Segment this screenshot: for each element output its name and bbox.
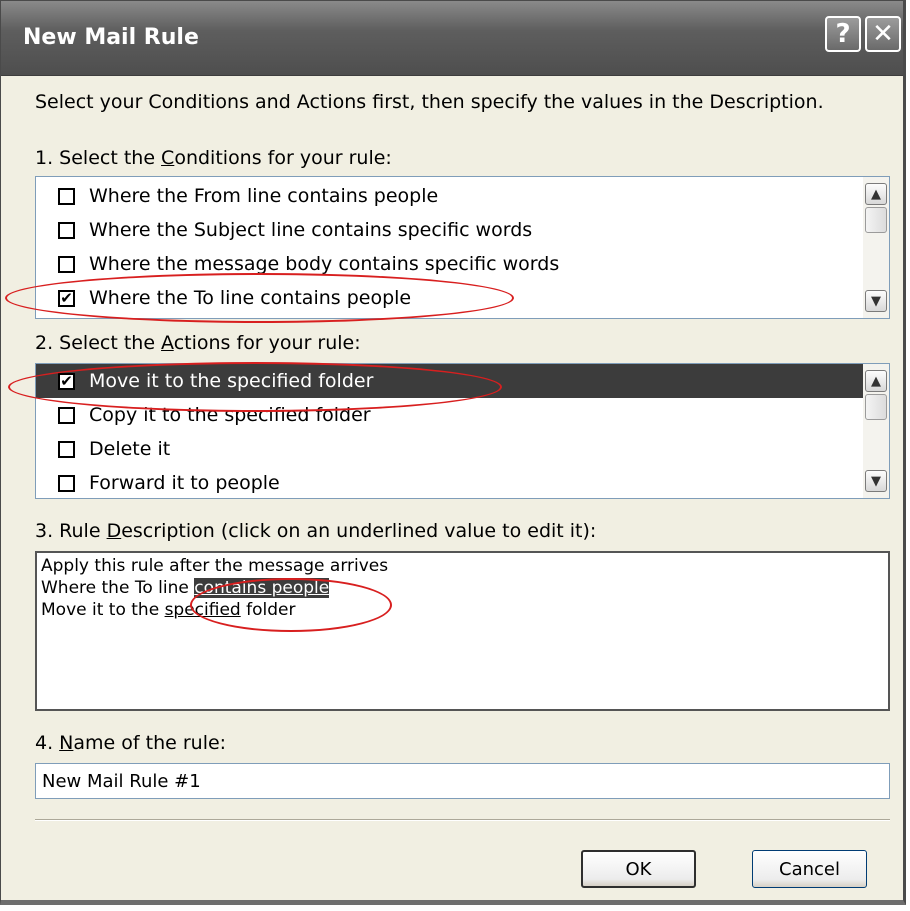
actions-list: ✔ Move it to the specified folder Copy i… bbox=[35, 363, 890, 499]
scroll-down-icon[interactable]: ▼ bbox=[865, 290, 887, 312]
checkbox[interactable] bbox=[58, 221, 75, 239]
specified-folder-link[interactable]: specified bbox=[165, 600, 241, 620]
scroll-up-icon[interactable]: ▲ bbox=[865, 183, 887, 205]
conditions-list: Where the From line contains people Wher… bbox=[35, 176, 890, 319]
conditions-label: 1. Select the Conditions for your rule: bbox=[35, 147, 392, 169]
actions-label: 2. Select the Actions for your rule: bbox=[35, 332, 361, 354]
action-item-forward[interactable]: Forward it to people bbox=[36, 466, 863, 498]
checkbox[interactable] bbox=[58, 187, 75, 205]
scroll-thumb[interactable] bbox=[865, 207, 887, 233]
scroll-thumb[interactable] bbox=[865, 394, 887, 420]
condition-item-from[interactable]: Where the From line contains people bbox=[36, 179, 863, 213]
action-item-delete[interactable]: Delete it bbox=[36, 432, 863, 466]
ok-button[interactable]: OK bbox=[581, 850, 696, 888]
contains-people-link[interactable]: contains people bbox=[194, 578, 330, 598]
name-label: 4. Name of the rule: bbox=[35, 732, 227, 754]
scroll-down-icon[interactable]: ▼ bbox=[865, 470, 887, 492]
checkbox[interactable] bbox=[58, 406, 75, 424]
checkbox-checked[interactable]: ✔ bbox=[58, 289, 75, 307]
intro-text: Select your Conditions and Actions first… bbox=[35, 91, 824, 113]
new-mail-rule-dialog: New Mail Rule ? ✕ Select your Conditions… bbox=[0, 0, 906, 905]
description-label: 3. Rule Description (click on an underli… bbox=[35, 520, 597, 542]
checkbox[interactable] bbox=[58, 255, 75, 273]
dialog-body: Select your Conditions and Actions first… bbox=[1, 76, 903, 900]
actions-scrollbar[interactable]: ▲ ▼ bbox=[863, 364, 889, 498]
condition-item-to[interactable]: ✔ Where the To line contains people bbox=[36, 281, 863, 315]
conditions-scrollbar[interactable]: ▲ ▼ bbox=[863, 177, 889, 318]
rule-description-box: Apply this rule after the message arrive… bbox=[35, 551, 890, 711]
condition-item-subject[interactable]: Where the Subject line contains specific… bbox=[36, 213, 863, 247]
rule-name-input[interactable] bbox=[35, 763, 890, 799]
divider bbox=[35, 819, 890, 821]
action-item-copy[interactable]: Copy it to the specified folder bbox=[36, 398, 863, 432]
description-line: Where the To line contains people bbox=[41, 578, 330, 598]
description-line: Apply this rule after the message arrive… bbox=[41, 556, 389, 576]
help-button[interactable]: ? bbox=[825, 16, 861, 52]
action-item-move[interactable]: ✔ Move it to the specified folder bbox=[36, 364, 863, 398]
checkbox[interactable] bbox=[58, 440, 75, 458]
condition-item-body[interactable]: Where the message body contains specific… bbox=[36, 247, 863, 281]
cancel-button[interactable]: Cancel bbox=[752, 850, 867, 888]
dialog-title: New Mail Rule bbox=[23, 25, 199, 50]
close-button[interactable]: ✕ bbox=[865, 16, 901, 52]
scroll-up-icon[interactable]: ▲ bbox=[865, 370, 887, 392]
checkbox[interactable] bbox=[58, 474, 75, 492]
checkbox-checked[interactable]: ✔ bbox=[58, 372, 75, 390]
title-bar: New Mail Rule ? ✕ bbox=[1, 1, 903, 76]
description-line: Move it to the specified folder bbox=[41, 600, 296, 620]
